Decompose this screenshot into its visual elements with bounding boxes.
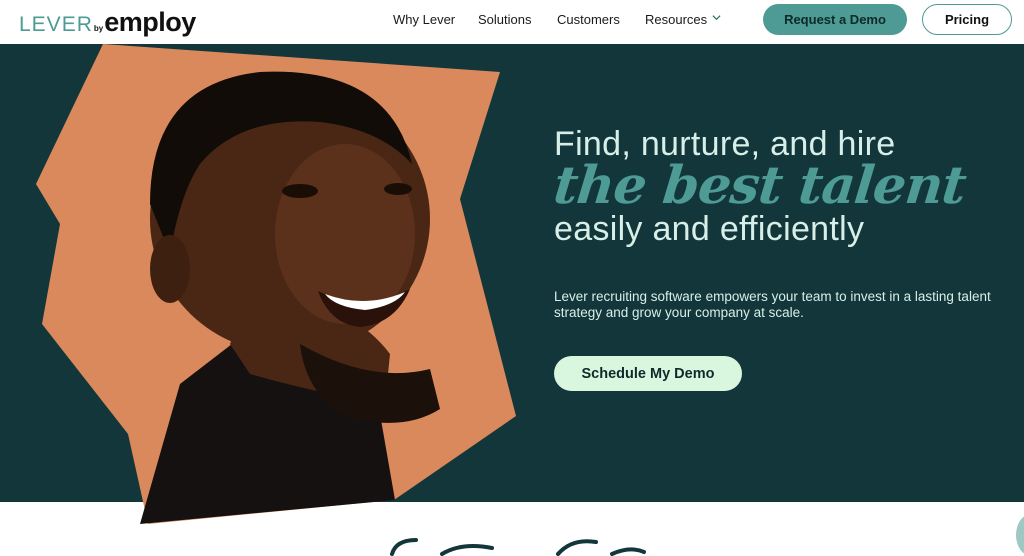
nav-why-lever[interactable]: Why Lever [393, 12, 455, 27]
pricing-button[interactable]: Pricing [922, 4, 1012, 35]
request-demo-button[interactable]: Request a Demo [763, 4, 907, 35]
logo-lever-text: LEVER [19, 13, 93, 36]
hero-subtext: Lever recruiting software empowers your … [554, 288, 991, 320]
nav-solutions[interactable]: Solutions [478, 12, 531, 27]
section-heading-script-partial [390, 538, 646, 556]
lever-employ-logo[interactable]: LEVER by employ [19, 5, 196, 39]
site-header: LEVER by employ Why Lever Solutions Cust… [0, 0, 1024, 44]
hero-headline-script: the best talent [550, 155, 969, 216]
hero-headline-line3: easily and efficiently [554, 210, 865, 248]
hero-section: Find, nurture, and hire the best talent … [0, 44, 1024, 524]
logo-employ-text: employ [104, 7, 196, 37]
nav-resources[interactable]: Resources [645, 12, 707, 27]
schedule-demo-button[interactable]: Schedule My Demo [554, 356, 742, 391]
chevron-down-icon[interactable] [712, 13, 721, 22]
nav-customers[interactable]: Customers [557, 12, 620, 27]
logo-by-text: by [93, 24, 104, 33]
